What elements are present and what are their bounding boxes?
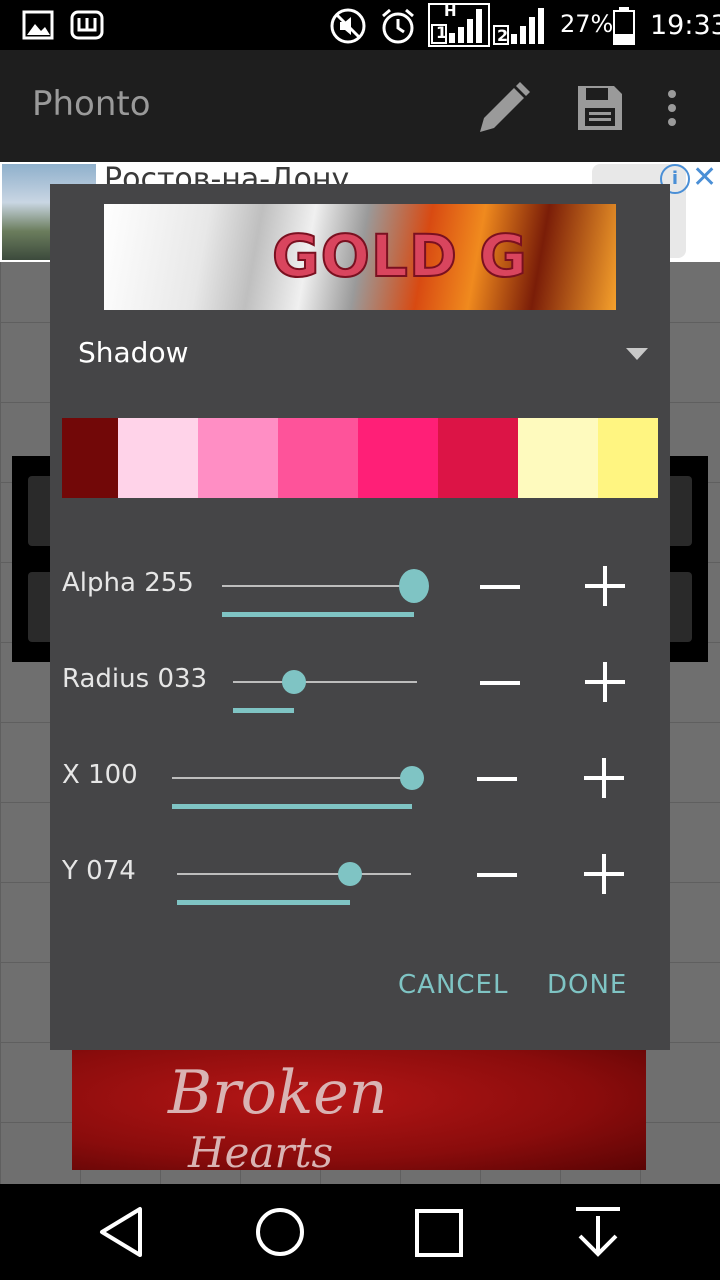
- color-swatch[interactable]: [358, 418, 438, 498]
- pencil-icon[interactable]: [476, 80, 532, 136]
- text-preview: GOLD G: [104, 204, 616, 310]
- radius-slider-fill: [233, 708, 294, 713]
- radius-slider-thumb[interactable]: [281, 670, 306, 694]
- save-icon[interactable]: [576, 84, 624, 132]
- y-label: Y: [62, 856, 78, 886]
- clock: 19:33: [650, 10, 720, 41]
- y-row: Y 074: [50, 844, 670, 905]
- alpha-decrease-button[interactable]: [480, 566, 520, 606]
- status-bar: H 1 2 27% 19:33: [0, 0, 720, 50]
- app-title: Phonto: [32, 84, 151, 124]
- art-text-line2: Hearts: [188, 1128, 334, 1170]
- radius-slider[interactable]: [233, 670, 417, 713]
- color-swatch[interactable]: [118, 418, 198, 498]
- alpha-value: 255: [144, 568, 194, 598]
- y-decrease-button[interactable]: [477, 854, 517, 894]
- cancel-button[interactable]: CANCEL: [398, 970, 508, 1000]
- color-swatch[interactable]: [278, 418, 358, 498]
- recents-icon[interactable]: [414, 1208, 464, 1258]
- hide-keyboard-icon[interactable]: [574, 1206, 622, 1258]
- x-slider-fill: [172, 804, 412, 809]
- radius-row: Radius 033: [50, 652, 670, 713]
- y-slider-fill: [177, 900, 351, 905]
- color-swatch[interactable]: [198, 418, 278, 498]
- home-icon[interactable]: [254, 1206, 306, 1258]
- color-swatch[interactable]: [598, 418, 658, 498]
- phonto-notification-icon: [70, 10, 104, 40]
- color-palette: [62, 418, 658, 498]
- battery-percent: 27%: [560, 10, 614, 38]
- battery-icon: [613, 7, 635, 45]
- x-value: 100: [88, 760, 138, 790]
- image-icon: [22, 10, 54, 40]
- alpha-increase-button[interactable]: [585, 566, 625, 606]
- network-type: H: [444, 2, 457, 20]
- color-swatch[interactable]: [438, 418, 518, 498]
- alpha-slider-fill: [222, 612, 414, 617]
- mute-icon: [330, 8, 366, 44]
- alpha-row: Alpha 255: [50, 556, 670, 617]
- navigation-bar: [0, 1184, 720, 1280]
- more-vert-icon[interactable]: [664, 88, 680, 128]
- y-slider-thumb[interactable]: [338, 862, 363, 886]
- color-swatch[interactable]: [518, 418, 598, 498]
- alpha-slider-thumb[interactable]: [399, 569, 429, 603]
- x-decrease-button[interactable]: [477, 758, 517, 798]
- shadow-dialog: GOLD G Shadow Alpha 255 Radius 033 X 100…: [50, 184, 670, 1050]
- y-increase-button[interactable]: [584, 854, 624, 894]
- back-icon[interactable]: [98, 1206, 146, 1258]
- sim2-number: 2: [497, 26, 509, 45]
- ad-close-icon[interactable]: ✕: [692, 160, 717, 195]
- alpha-label: Alpha: [62, 568, 136, 598]
- art-text-line1: Broken: [168, 1058, 388, 1128]
- sim1-number: 1: [436, 23, 448, 42]
- x-slider-thumb[interactable]: [400, 766, 424, 790]
- radius-increase-button[interactable]: [585, 662, 625, 702]
- y-slider[interactable]: [177, 862, 411, 905]
- x-increase-button[interactable]: [584, 758, 624, 798]
- text-layer-art[interactable]: Broken Hearts: [72, 1050, 646, 1170]
- radius-decrease-button[interactable]: [480, 662, 520, 702]
- alpha-slider[interactable]: [222, 569, 429, 617]
- color-swatch[interactable]: [62, 418, 118, 498]
- mode-select[interactable]: Shadow: [78, 336, 188, 369]
- app-bar: Phonto: [0, 50, 720, 162]
- alarm-icon: [382, 8, 414, 44]
- radius-value: 033: [157, 664, 208, 694]
- radius-label: Radius: [62, 664, 150, 694]
- x-row: X 100: [50, 748, 670, 809]
- done-button[interactable]: DONE: [547, 970, 627, 1000]
- x-slider[interactable]: [172, 766, 424, 809]
- y-value: 074: [86, 856, 136, 886]
- preview-text: GOLD G: [271, 221, 528, 291]
- dropdown-arrow-icon[interactable]: [626, 348, 648, 360]
- x-label: X: [62, 760, 80, 790]
